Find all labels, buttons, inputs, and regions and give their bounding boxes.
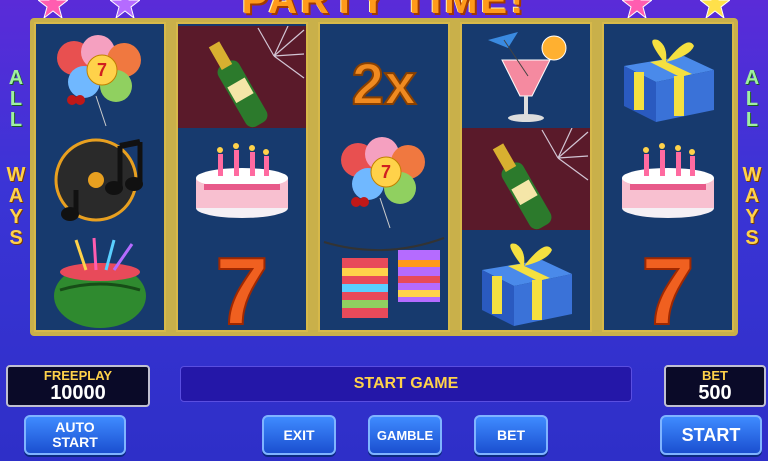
side-letter: A: [8, 185, 24, 207]
cake-icon: [178, 128, 306, 230]
reel-5: 7: [602, 22, 734, 332]
start-button[interactable]: START: [660, 415, 762, 455]
bet-label: BET: [702, 368, 728, 383]
bunting-icon: [320, 230, 448, 332]
all-ways-left: A L L W A Y S: [3, 68, 29, 249]
side-letter: L: [9, 88, 23, 110]
side-letter: S: [745, 227, 759, 249]
side-letter: L: [745, 88, 759, 110]
bet-button[interactable]: BET: [474, 415, 548, 455]
champagne-icon: [462, 128, 590, 230]
seven-icon: 7: [178, 230, 306, 332]
watermelon-icon: [36, 230, 164, 332]
cake-icon: [604, 128, 732, 230]
side-letter: L: [745, 109, 759, 131]
star-icon: [110, 0, 140, 18]
2x-icon: 2x: [320, 26, 448, 128]
reel-1: 7: [34, 22, 166, 332]
multiplier-text: 2x: [352, 52, 417, 117]
side-letter: W: [6, 164, 26, 186]
svg-text:7: 7: [97, 60, 107, 80]
gift-icon: [462, 230, 590, 332]
status-bar: START GAME: [180, 366, 632, 402]
auto-start-button[interactable]: AUTO START: [24, 415, 126, 455]
side-letter: S: [9, 227, 23, 249]
reel-3: 2x 7: [318, 22, 450, 332]
seven-text: 7: [215, 238, 268, 332]
champagne-icon: [178, 26, 306, 128]
gamble-button[interactable]: GAMBLE: [368, 415, 442, 455]
reel-2: 7: [176, 22, 308, 332]
svg-text:7: 7: [381, 162, 391, 182]
cocktail-icon: [462, 26, 590, 128]
bet-value: 500: [698, 382, 732, 404]
freeplay-value: 10000: [50, 382, 106, 404]
freeplay-display: FREEPLAY 10000: [6, 365, 150, 407]
side-letter: Y: [9, 206, 23, 228]
balloons-icon: 7: [36, 26, 164, 128]
bet-display: BET 500: [664, 365, 766, 407]
status-text: START GAME: [353, 375, 459, 392]
side-letter: Y: [745, 206, 759, 228]
side-letter: A: [744, 185, 760, 207]
side-letter: A: [8, 67, 24, 89]
gift-icon: [604, 26, 732, 128]
balloons-icon: 7: [320, 128, 448, 230]
reel-4: [460, 22, 592, 332]
all-ways-right: A L L W A Y S: [739, 68, 765, 249]
exit-button[interactable]: EXIT: [262, 415, 336, 455]
freeplay-label: FREEPLAY: [43, 368, 113, 383]
side-letter: A: [744, 67, 760, 89]
side-letter: W: [742, 164, 762, 186]
seven-text: 7: [641, 238, 694, 332]
music-notes-icon: [36, 128, 164, 230]
star-icon: [38, 0, 68, 18]
side-letter: L: [9, 109, 23, 131]
star-icon: [700, 0, 730, 18]
star-icon: [622, 0, 652, 18]
seven-icon: 7: [604, 230, 732, 332]
reel-area: 7 7 2x 7 7: [30, 18, 738, 336]
